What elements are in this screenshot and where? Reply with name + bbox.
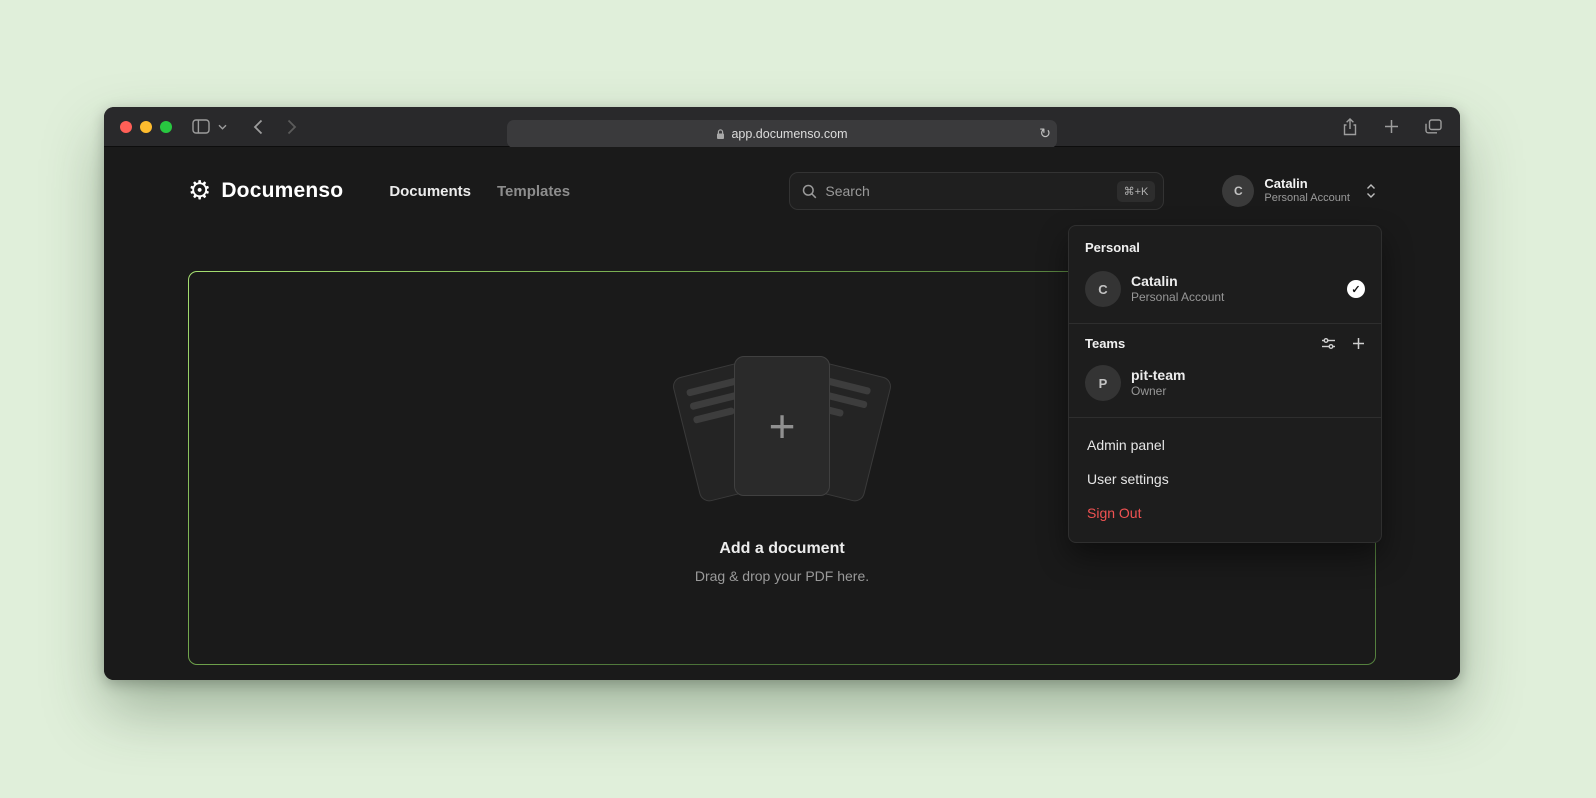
document-card-front: + bbox=[734, 356, 830, 496]
tab-overview-icon[interactable] bbox=[1423, 117, 1444, 136]
app-header: ⚙ Documenso Documents Templates ⌘+K bbox=[188, 147, 1376, 211]
traffic-lights bbox=[120, 121, 172, 133]
search-input[interactable] bbox=[825, 183, 1108, 199]
add-document-plus-icon: + bbox=[769, 403, 796, 449]
account-dropdown-menu: Personal C Catalin Personal Account ✓ Te… bbox=[1068, 225, 1382, 543]
personal-account-item[interactable]: C Catalin Personal Account ✓ bbox=[1081, 265, 1369, 313]
forward-button[interactable] bbox=[285, 117, 299, 137]
search-shortcut-badge: ⌘+K bbox=[1117, 181, 1156, 202]
new-tab-plus-icon[interactable] bbox=[1382, 117, 1401, 136]
account-avatar: C bbox=[1222, 175, 1254, 207]
personal-account-avatar: C bbox=[1085, 271, 1121, 307]
documenso-page: ⚙ Documenso Documents Templates ⌘+K bbox=[104, 147, 1460, 680]
account-subtitle: Personal Account bbox=[1264, 192, 1350, 206]
minimize-window-button[interactable] bbox=[140, 121, 152, 133]
url-text: app.documenso.com bbox=[731, 127, 847, 141]
team-name: pit-team bbox=[1131, 366, 1185, 384]
personal-section-label: Personal bbox=[1081, 238, 1369, 265]
team-item[interactable]: P pit-team Owner bbox=[1081, 359, 1369, 407]
add-team-plus-icon[interactable] bbox=[1352, 337, 1365, 350]
close-window-button[interactable] bbox=[120, 121, 132, 133]
dropzone-title: Add a document bbox=[719, 540, 844, 558]
main-nav: Documents Templates bbox=[389, 183, 570, 200]
chevron-up-down-icon bbox=[1366, 183, 1376, 199]
selected-check-icon: ✓ bbox=[1347, 280, 1365, 298]
manage-teams-icon[interactable] bbox=[1321, 337, 1336, 350]
personal-account-subtitle: Personal Account bbox=[1131, 290, 1224, 306]
user-settings-menu-item[interactable]: User settings bbox=[1081, 462, 1369, 496]
address-bar[interactable]: app.documenso.com ↻ bbox=[507, 120, 1057, 148]
teams-section-label: Teams bbox=[1085, 336, 1125, 351]
lock-icon bbox=[716, 129, 725, 140]
documenso-logo-icon: ⚙ bbox=[188, 178, 211, 204]
search-icon bbox=[802, 184, 817, 199]
menu-divider bbox=[1069, 323, 1381, 324]
stacked-documents-illustration: + bbox=[667, 352, 897, 510]
team-role: Owner bbox=[1131, 384, 1185, 400]
nav-templates[interactable]: Templates bbox=[497, 183, 570, 200]
browser-titlebar[interactable]: app.documenso.com ↻ bbox=[104, 107, 1460, 147]
zoom-window-button[interactable] bbox=[160, 121, 172, 133]
search-box[interactable]: ⌘+K bbox=[789, 172, 1164, 210]
personal-account-name: Catalin bbox=[1131, 272, 1224, 290]
browser-window: app.documenso.com ↻ bbox=[104, 107, 1460, 680]
reload-icon[interactable]: ↻ bbox=[1039, 126, 1051, 142]
team-avatar: P bbox=[1085, 365, 1121, 401]
dropzone-subtitle: Drag & drop your PDF here. bbox=[695, 568, 869, 584]
sidebar-toggle-icon[interactable] bbox=[190, 117, 212, 136]
menu-divider bbox=[1069, 417, 1381, 418]
nav-documents[interactable]: Documents bbox=[389, 183, 471, 200]
sign-out-menu-item[interactable]: Sign Out bbox=[1081, 496, 1369, 530]
back-button[interactable] bbox=[251, 117, 265, 137]
sidebar-chevron-down-icon[interactable] bbox=[216, 122, 229, 132]
share-icon[interactable] bbox=[1340, 116, 1360, 138]
admin-panel-menu-item[interactable]: Admin panel bbox=[1081, 428, 1369, 462]
account-menu-button[interactable]: C Catalin Personal Account bbox=[1222, 175, 1376, 207]
teams-section-header: Teams bbox=[1081, 334, 1369, 359]
brand-name: Documenso bbox=[221, 179, 343, 203]
account-name: Catalin bbox=[1264, 176, 1350, 192]
brand[interactable]: ⚙ Documenso bbox=[188, 178, 343, 204]
